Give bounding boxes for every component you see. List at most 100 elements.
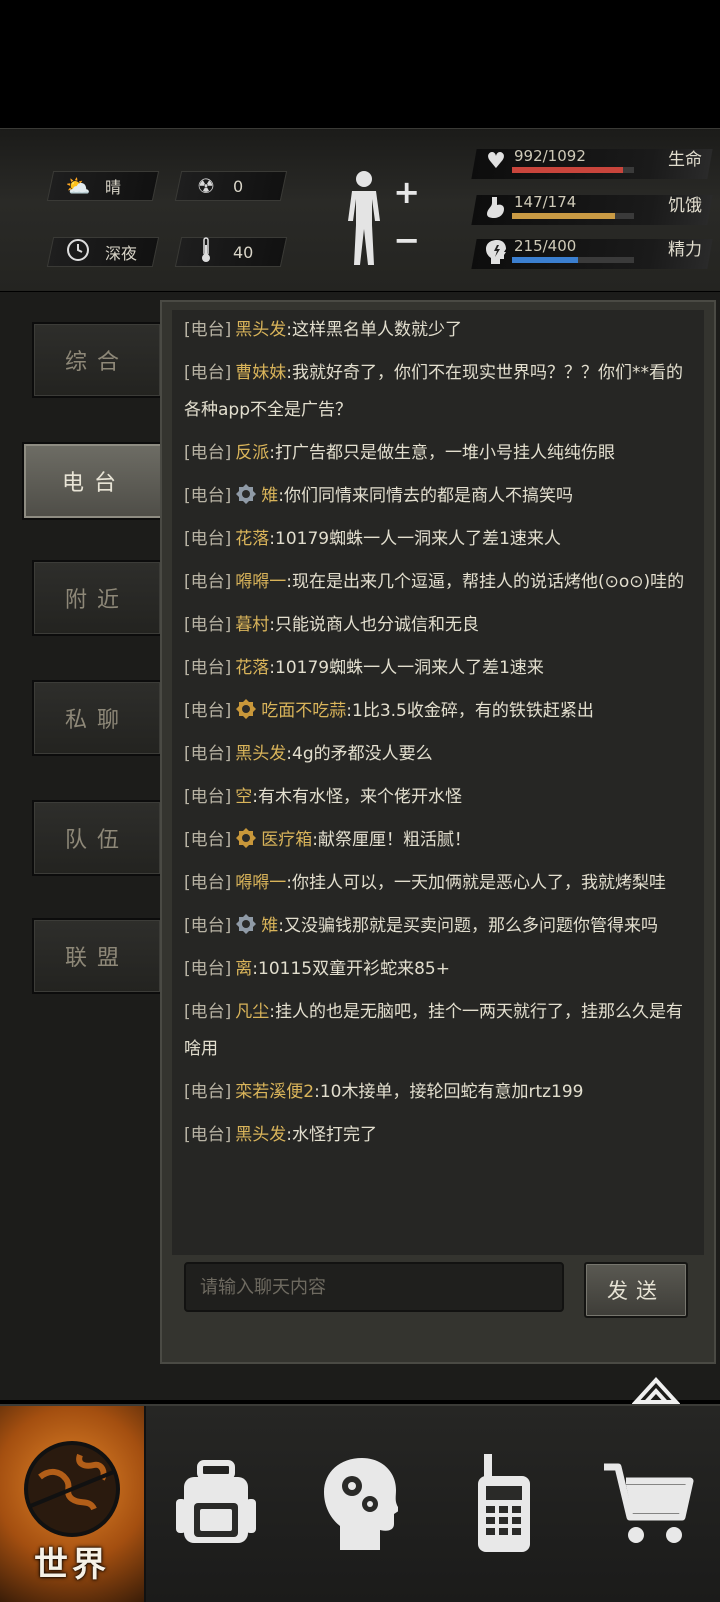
tab-radio[interactable]: 电台 [22,442,166,520]
channel-tag: [电台] [184,658,232,678]
time-value: 深夜 [105,244,138,263]
weather-value: 晴 [105,178,122,197]
shopping-cart-icon [604,1463,694,1543]
sender-name[interactable]: 花落 [235,529,269,549]
message-text: 10木接单，接轮回蛇有意加rtz199 [319,1082,584,1102]
message-text: 水怪打完了 [292,1125,377,1145]
chat-message: [电台] 反派:打广告都只是做生意，一堆小号挂人纯纯伤眼 [184,443,615,463]
nav-backpack[interactable] [144,1406,288,1602]
channel-tag: [电台] [184,529,232,549]
chat-message: [电台] 嘚嘚一:你挂人可以，一天加俩就是恶心人了，我就烤梨哇 [184,873,666,893]
nav-shop[interactable] [576,1406,720,1602]
human-figure-icon [348,171,380,265]
channel-tag: [电台] [184,1125,232,1145]
radiation-value: 0 [233,176,244,196]
chat-panel: [电台] 黑头发:这样黑名单人数就少了 [电台] 曹妹妹:我就好奇了，你们不在现实世界… [160,300,716,1364]
tab-team[interactable]: 队伍 [32,800,162,876]
channel-tag: [电台] [184,916,232,936]
sender-name[interactable]: 暮村 [235,615,269,635]
chat-message: [电台] 黑头发:4g的矛都没人要么 [184,744,433,764]
time-stat: 深夜 [46,237,160,267]
sender-name[interactable]: 离 [235,959,252,979]
silver-rank-badge-icon [236,484,257,504]
chat-message: [电台] 黑头发:水怪打完了 [184,1125,377,1145]
radiation-icon: ☢ [197,174,215,198]
sender-name[interactable]: 嘚嘚一 [235,873,286,893]
chat-message-list[interactable]: [电台] 黑头发:这样黑名单人数就少了 [电台] 曹妹妹:我就好奇了，你们不在现实世界… [172,310,704,1255]
channel-tag: [电台] [184,1082,232,1102]
radiation-stat: ☢ 0 [174,171,288,201]
sender-name[interactable]: 凡尘 [235,1002,269,1022]
nav-radio[interactable] [432,1406,576,1602]
message-text: 10179蜘蛛一人一洞来人了差1速来 [275,658,544,678]
vital-label: 饥饿 [668,196,702,216]
message-text: 这样黑名单人数就少了 [292,320,462,340]
channel-tag: [电台] [184,443,232,463]
channel-tag: [电台] [184,873,232,893]
vital-hunger: 147/174 饥饿 [471,191,713,227]
nav-world[interactable]: 世界 [0,1406,146,1602]
chat-message: [电台] 嘚嘚一:现在是出来几个逗逼，帮挂人的说话烤他(⊙o⊙)哇的 [184,572,685,592]
chat-input-box[interactable] [184,1262,564,1312]
minus-icon: − [393,221,420,259]
stomach-icon [482,195,510,225]
game-screen: ⛅ 晴 ☢ 0 深夜 40 + − ♥ 992/1092 生命 147/174 … [0,0,720,1602]
channel-tag: [电台] [184,830,232,850]
channel-tag: [电台] [184,744,232,764]
tab-private[interactable]: 私聊 [32,680,162,756]
chat-message: [电台] 栾若溪便2:10木接单，接轮回蛇有意加rtz199 [184,1082,584,1102]
tab-alliance[interactable]: 联盟 [32,918,162,994]
silver-rank-badge-icon [236,914,257,934]
sender-name[interactable]: 雉 [261,486,278,506]
message-text: 现在是出来几个逗逼，帮挂人的说话烤他(⊙o⊙)哇的 [292,572,685,592]
chat-message: [电台] 医疗箱:献祭厘厘！粗活腻！ [172,820,704,863]
body-status-button[interactable]: + − [344,169,420,273]
message-text: 打广告都只是做生意，一堆小号挂人纯纯伤眼 [275,443,615,463]
sender-name[interactable]: 吃面不吃蒜 [261,701,346,721]
sender-name[interactable]: 反派 [235,443,269,463]
vital-health: ♥ 992/1092 生命 [471,145,713,181]
message-text: 只能说商人也分诚信和无良 [275,615,479,635]
chat-message: [电台] 曹妹妹:我就好奇了，你们不在现实世界吗？？？你们**看的各种app不全是… [184,363,683,420]
walkie-talkie-icon [478,1454,530,1552]
sender-name[interactable]: 栾若溪便2 [235,1082,314,1102]
vital-energy: 215/400 精力 [471,235,713,271]
message-text: 10179蜘蛛一人一洞来人了差1速来人 [275,529,561,549]
temperature-value: 40 [233,242,254,262]
chat-message: [电台] 暮村:只能说商人也分诚信和无良 [184,615,479,635]
channel-tag: [电台] [184,787,232,807]
sender-name[interactable]: 嘚嘚一 [235,572,286,592]
channel-tag: [电台] [184,1002,232,1022]
sender-name[interactable]: 花落 [235,658,269,678]
tab-general[interactable]: 综合 [32,322,162,398]
send-button[interactable]: 发送 [584,1262,688,1318]
chat-message: [电台] 花落:10179蜘蛛一人一洞来人了差1速来人 [184,529,561,549]
sender-name[interactable]: 黑头发 [235,744,286,764]
globe-icon [24,1441,120,1537]
vital-label: 精力 [668,240,702,260]
temperature-stat: 40 [174,236,288,267]
sender-name[interactable]: 医疗箱 [261,830,312,850]
weather-stat: ⛅ 晴 [46,171,160,201]
sender-name[interactable]: 雉 [261,916,278,936]
sender-name[interactable]: 曹妹妹 [235,363,286,383]
channel-tag: [电台] [184,320,232,340]
channel-tag: [电台] [184,363,232,383]
nav-skills[interactable] [288,1406,432,1602]
clock-icon [63,238,93,267]
chat-message: [电台] 黑头发:这样黑名单人数就少了 [184,320,462,340]
chat-message: [电台] 雉:又没骗钱那就是买卖问题，那么多问题你管得来吗 [172,906,704,949]
sender-name[interactable]: 空 [235,787,252,807]
head-energy-icon [482,239,510,271]
sender-name[interactable]: 黑头发 [235,320,286,340]
collapse-up-icon[interactable] [632,1374,680,1406]
channel-tag: [电台] [184,572,232,592]
tab-nearby[interactable]: 附近 [32,560,162,636]
sender-name[interactable]: 黑头发 [235,1125,286,1145]
chat-message: [电台] 凡尘:挂人的也是无脑吧，挂个一两天就行了，挂那么久是有啥用 [184,1002,683,1059]
vital-value: 215/400 [514,237,577,255]
message-text: 4g的矛都没人要么 [292,744,433,764]
vital-value: 147/174 [514,193,577,211]
chat-input[interactable] [198,1275,562,1299]
message-text: 1比3.5收金碎，有的铁铁赶紧出 [352,701,594,721]
